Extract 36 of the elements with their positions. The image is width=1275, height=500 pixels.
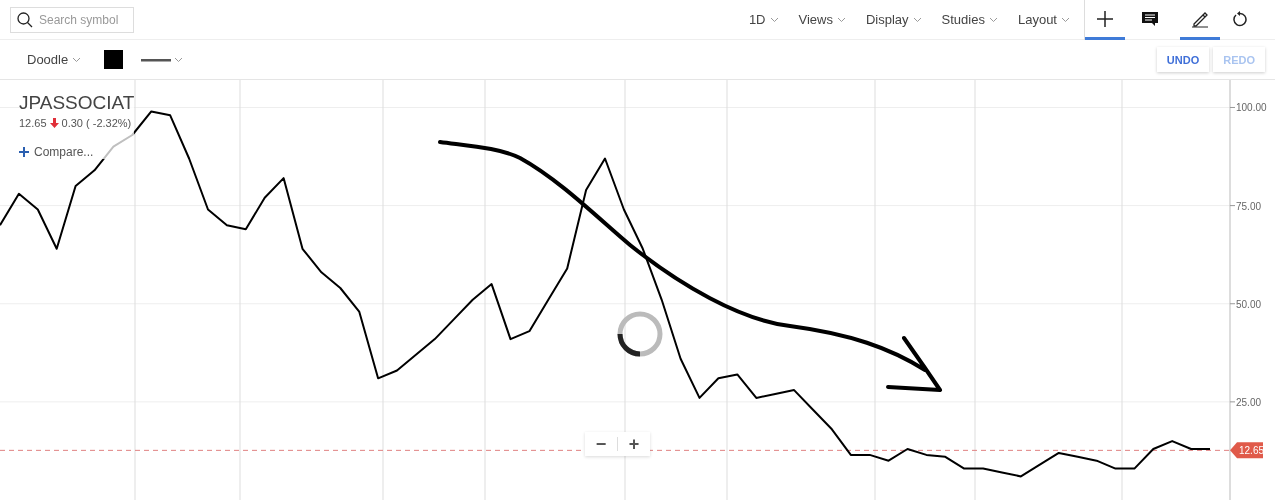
axis-label: 25.00 — [1236, 396, 1262, 408]
comment-icon — [1141, 11, 1159, 27]
price-tag: 12.65 — [1230, 442, 1265, 459]
chevron-icon — [72, 56, 82, 63]
chevron-icon — [769, 16, 779, 23]
chevron-icon — [988, 16, 998, 23]
tool-dropdown[interactable]: Doodle — [27, 52, 82, 67]
menu-dropdown[interactable]: Layout — [1017, 12, 1070, 27]
axis-label: 50.00 — [1236, 298, 1262, 310]
zoom-in-button[interactable]: + — [618, 432, 650, 456]
pencil-icon — [1191, 10, 1209, 28]
zoom-out-button[interactable]: − — [585, 432, 617, 456]
chevron-icon — [912, 16, 922, 23]
chevron-icon — [836, 16, 846, 23]
undo-button[interactable]: UNDO — [1156, 47, 1210, 72]
search-icon — [17, 11, 33, 28]
compare-button[interactable]: Compare... — [19, 145, 135, 159]
chevron-icon — [1061, 16, 1070, 23]
last-price: 12.65 — [19, 117, 47, 129]
search-field[interactable]: Search symbol — [10, 6, 134, 33]
menu-dropdown[interactable]: 1D — [748, 12, 779, 27]
plus-icon — [19, 147, 29, 157]
crosshair-icon — [1096, 10, 1114, 28]
menu-dropdown[interactable]: Display — [865, 12, 922, 27]
menu-dropdown[interactable]: Studies — [941, 12, 998, 27]
line-style-icon — [141, 57, 172, 62]
price-change: 0.30 ( -2.32%) — [61, 117, 132, 129]
menu-dropdown[interactable]: Views — [798, 12, 846, 27]
axis-label: 100.00 — [1236, 102, 1267, 114]
line-style-dropdown[interactable] — [141, 56, 184, 63]
axis-label: 75.00 — [1236, 200, 1262, 212]
color-swatch[interactable] — [104, 50, 124, 69]
symbol-title: JPASSOCIAT — [19, 92, 135, 114]
loading-spinner-icon — [615, 309, 665, 359]
chevron-icon — [174, 56, 184, 63]
reset-icon — [1232, 11, 1248, 27]
